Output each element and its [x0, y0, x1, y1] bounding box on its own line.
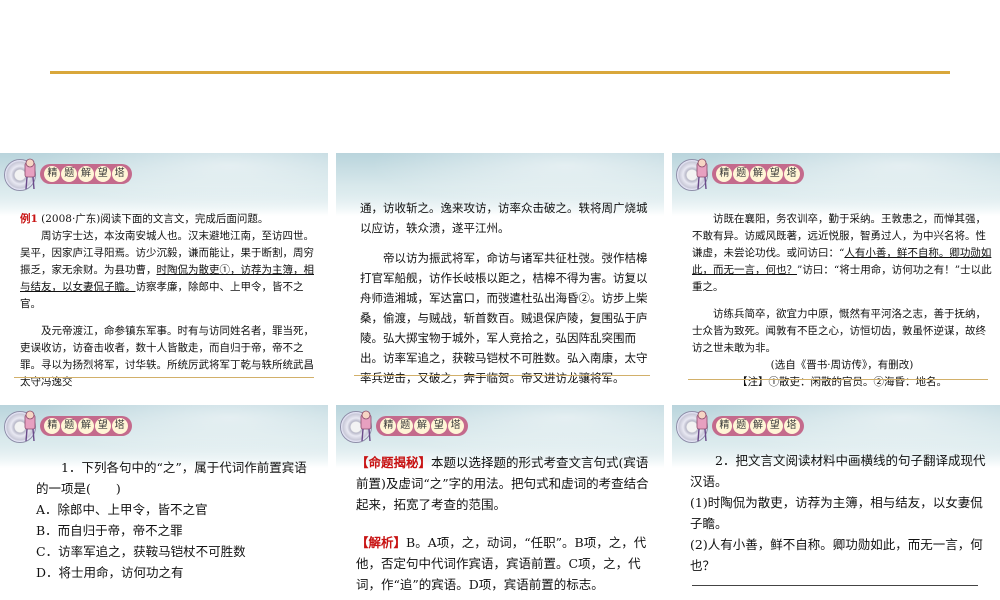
footer-rule: [14, 377, 314, 378]
option-d: D．将士用命，访何功之有: [36, 565, 184, 580]
question-stem: 2．把文言文阅读材料中画横线的句子翻译成现代汉语。: [690, 453, 986, 489]
logo-char: 望: [430, 418, 447, 434]
logo-char: 精: [716, 166, 733, 182]
example-label: 例1: [20, 213, 38, 225]
passage-paragraph: 及元帝渡江，命参镇东军事。时有与访同姓名者，罪当死，吏误收访，访奋击收者，数十人…: [20, 325, 314, 388]
slide-panel-3: 精 题 解 望 塔 访既在襄阳，务农训卒，勤于采纳。王敦患之，而惮其强，不敢有异…: [672, 153, 1000, 399]
option-b: B．而自归于帝，帝不之罪: [36, 523, 183, 538]
translation-item-1: (1)时陶侃为散吏，访荐为主簿，相与结友，以女妻侃子瞻。: [690, 495, 983, 531]
section-logo-label: 精 题 解 望 塔: [40, 416, 132, 436]
logo-char: 题: [733, 166, 750, 182]
proposition-tag: 【命题揭秘】: [356, 455, 432, 470]
logo-char: 解: [749, 166, 766, 182]
translation-item-2: (2)人有小善，鲜不自称。卿功勋如此，而无一言，何也？: [690, 537, 983, 573]
cartoon-figure-icon: [696, 158, 708, 190]
logo-char: 望: [766, 418, 783, 434]
section-logo-label: 精 题 解 望 塔: [40, 164, 132, 184]
section-logo-label: 精 题 解 望 塔: [376, 416, 468, 436]
section-logo-label: 精 题 解 望 塔: [712, 164, 804, 184]
logo-char: 精: [380, 418, 397, 434]
explanation-tag: 【解析】: [356, 535, 407, 550]
logo-char: 塔: [111, 418, 128, 434]
logo-char: 精: [44, 166, 61, 182]
question-1: 1．下列各句中的“之”，属于代词作前置宾语的一项是( ) A．除郎中、上甲令，皆…: [36, 457, 316, 583]
proposition-note: 【命题揭秘】本题以选择题的形式考查文言句式(宾语前置)及虚词“之”字的用法。把句…: [356, 452, 656, 515]
question-lead: (2008·广东)阅读下面的文言文，完成后面问题。: [41, 213, 269, 225]
cartoon-figure-icon: [24, 410, 36, 442]
passage-part-2: 通，访收斩之。逸来攻访，访率众击破之。轶将周广烧城以应访，轶众溃，遂平江州。 帝…: [360, 198, 652, 388]
answer-line: [692, 585, 978, 586]
logo-char: 精: [716, 418, 733, 434]
section-logo: 精 题 解 望 塔: [340, 409, 470, 445]
logo-char: 塔: [783, 418, 800, 434]
logo-char: 望: [94, 166, 111, 182]
passage-paragraph: 访既在襄阳，务农训卒，勤于采纳。王敦患之，而惮其强，不敢有异。访威风既著，远近悦…: [692, 211, 992, 296]
logo-char: 望: [94, 418, 111, 434]
logo-char: 题: [61, 166, 78, 182]
logo-char: 解: [749, 418, 766, 434]
section-logo: 精 题 解 望 塔: [676, 157, 806, 193]
logo-char: 解: [413, 418, 430, 434]
logo-char: 望: [766, 166, 783, 182]
analysis-block: 【命题揭秘】本题以选择题的形式考查文言句式(宾语前置)及虚词“之”字的用法。把句…: [356, 452, 656, 595]
logo-char: 题: [61, 418, 78, 434]
logo-char: 塔: [111, 166, 128, 182]
slide-panel-4: 精 题 解 望 塔 1．下列各句中的“之”，属于代词作前置宾语的一项是( ) A…: [0, 405, 328, 600]
section-logo: 精 题 解 望 塔: [4, 157, 134, 193]
passage-paragraph: 通，访收斩之。逸来攻访，访率众击破之。轶将周广烧城以应访，轶众溃，遂平江州。: [360, 201, 648, 235]
footer-rule: [688, 379, 988, 380]
passage-paragraph: 访练兵简卒，欲宜力中原，慨然有平河洛之志，善于抚纳，士众皆为致死。闻敦有不臣之心…: [692, 308, 986, 354]
passage-part-1: 例1 (2008·广东)阅读下面的文言文，完成后面问题。 周访字士达，本汝南安城…: [20, 211, 316, 391]
footnote: 【注】①散吏：闲散的官员。②海昏：地名。: [737, 376, 947, 388]
question-stem: 1．下列各句中的“之”，属于代词作前置宾语的一项是( ): [36, 460, 307, 496]
slide-panel-6: 精 题 解 望 塔 2．把文言文阅读材料中画横线的句子翻译成现代汉语。 (1)时…: [672, 405, 1000, 600]
passage-part-3: 访既在襄阳，务农训卒，勤于采纳。王敦患之，而惮其强，不敢有异。访威风既著，远近悦…: [692, 211, 992, 391]
section-logo: 精 题 解 望 塔: [676, 409, 806, 445]
gold-divider-rule: [50, 71, 950, 74]
answer-explanation: 【解析】B。A项，之，动词，“任职”。B项，之，代他，否定句中代词作宾语，宾语前…: [356, 532, 656, 595]
logo-char: 解: [77, 166, 94, 182]
cartoon-figure-icon: [24, 158, 36, 190]
logo-char: 塔: [447, 418, 464, 434]
option-a: A．除郎中、上甲令，皆不之官: [36, 502, 208, 517]
slide-panel-2: 通，访收斩之。逸来攻访，访率众击破之。轶将周广烧城以应访，轶众溃，遂平江州。 帝…: [336, 153, 664, 399]
passage-paragraph: 帝以访为振武将军，命访与诸军共征杜弢。弢作桔槔打官军船舰，访作长岐棖以距之，桔槔…: [360, 251, 648, 385]
logo-char: 解: [77, 418, 94, 434]
slide-panel-1: 精 题 解 望 塔 例1 (2008·广东)阅读下面的文言文，完成后面问题。 周…: [0, 153, 328, 399]
logo-char: 精: [44, 418, 61, 434]
question-2: 2．把文言文阅读材料中画横线的句子翻译成现代汉语。 (1)时陶侃为散吏，访荐为主…: [690, 450, 990, 576]
logo-char: 题: [733, 418, 750, 434]
slide-panel-5: 精 题 解 望 塔 【命题揭秘】本题以选择题的形式考查文言句式(宾语前置)及虚词…: [336, 405, 664, 600]
cartoon-figure-icon: [360, 410, 372, 442]
option-c: C．访率军追之，获鞍马铠杖不可胜数: [36, 544, 246, 559]
footer-rule: [354, 375, 650, 376]
logo-char: 塔: [783, 166, 800, 182]
cartoon-figure-icon: [696, 410, 708, 442]
section-logo: 精 题 解 望 塔: [4, 409, 134, 445]
section-logo-label: 精 题 解 望 塔: [712, 416, 804, 436]
source-citation: (选自《晋书·周访传》，有删改): [770, 359, 914, 371]
logo-char: 题: [397, 418, 414, 434]
passage-paragraph: 周访字士达，本汝南安城人也。汉末避地江南，至访四世。吴平，因家庐江寻阳焉。访少沉…: [20, 228, 316, 313]
